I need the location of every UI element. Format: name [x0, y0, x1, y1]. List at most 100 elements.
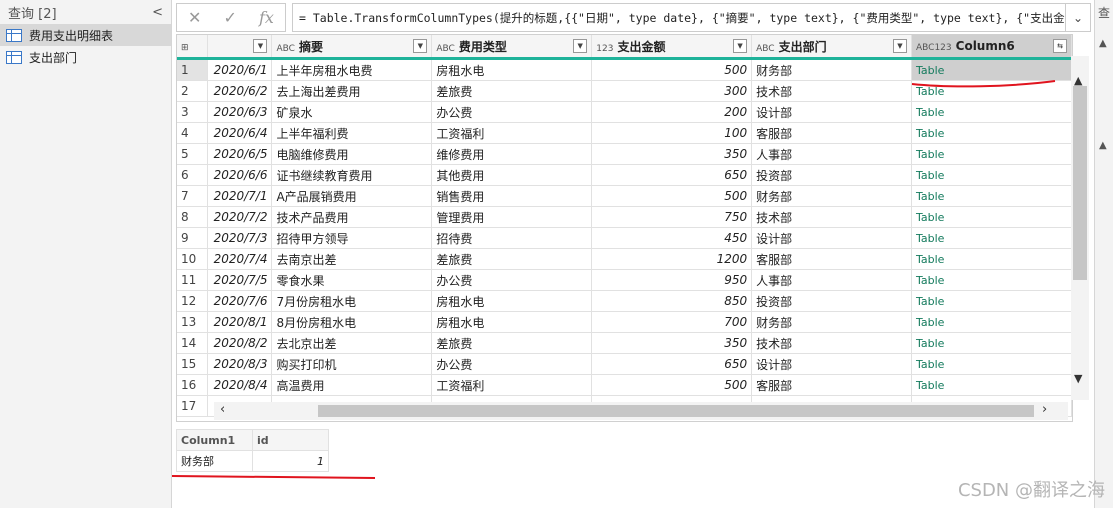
cell-column6-table-link[interactable]: Table [911, 332, 1072, 354]
cell-column6-table-link[interactable]: Table [911, 143, 1072, 165]
table-row[interactable]: 7 2020/7/1 A产品展销费用 销售费用 500 财务部 Table [177, 185, 1072, 207]
table-row[interactable]: 13 2020/8/1 8月份房租水电 房租水电 700 财务部 Table [177, 311, 1072, 333]
cell-dept: 人事部 [751, 143, 912, 165]
cell-column6-table-link[interactable]: Table [911, 353, 1072, 375]
table-row[interactable]: 15 2020/8/3 购买打印机 办公费 650 设计部 Table [177, 353, 1072, 375]
cell-column6-table-link[interactable]: Table [911, 269, 1072, 291]
expand-formula-icon[interactable]: ⌄ [1066, 3, 1091, 32]
table-row[interactable]: 16 2020/8/4 高温费用 工资福利 500 客服部 Table [177, 374, 1072, 396]
expand-column-icon[interactable]: ⇆ [1053, 39, 1067, 53]
column-header-summary[interactable]: ABC 摘要 ▼ [271, 35, 433, 59]
cell-date: 2020/7/1 [207, 185, 273, 207]
cell-date: 2020/8/3 [207, 353, 273, 375]
cell-date: 2020/8/4 [207, 374, 273, 396]
cell-column6-table-link[interactable]: Table [911, 227, 1072, 249]
scroll-left-icon[interactable]: ‹ [220, 402, 225, 417]
any-type-icon[interactable]: ABC123 [916, 43, 952, 53]
cell-dept: 技术部 [751, 80, 912, 102]
row-number: 15 [177, 353, 209, 375]
column-header-date[interactable]: ▼ [207, 35, 273, 59]
cell-column6-table-link[interactable]: Table [911, 290, 1072, 312]
table-row[interactable]: 10 2020/7/4 去南京出差 差旅费 1200 客服部 Table [177, 248, 1072, 270]
row-number: 9 [177, 227, 209, 249]
table-row[interactable]: 3 2020/6/3 矿泉水 办公费 200 设计部 Table [177, 101, 1072, 123]
cell-column6-table-link[interactable]: Table [911, 101, 1072, 123]
formula-buttons: ✕ ✓ fx [176, 3, 286, 32]
table-menu-icon[interactable]: ⊞ [181, 43, 189, 53]
vertical-scrollbar[interactable]: ▲ ▼ [1071, 56, 1089, 400]
text-type-icon[interactable]: ABC [436, 44, 454, 54]
column-header-column6[interactable]: ABC123 Column6 ⇆ [911, 35, 1072, 59]
detail-cell-id: 1 [252, 450, 329, 472]
cell-column6-table-link[interactable]: Table [911, 122, 1072, 144]
red-annotation-mark [911, 80, 1056, 88]
text-type-icon[interactable]: ABC [276, 44, 294, 54]
table-row[interactable]: 9 2020/7/3 招待甲方领导 招待费 450 设计部 Table [177, 227, 1072, 249]
text-type-icon[interactable]: ABC [756, 44, 774, 54]
filter-dropdown-icon[interactable]: ▼ [573, 39, 588, 53]
row-number: 4 [177, 122, 209, 144]
fx-icon[interactable]: fx [259, 8, 274, 27]
filter-dropdown-icon[interactable]: ▼ [893, 39, 907, 53]
cell-summary: 去北京出差 [271, 332, 433, 354]
cell-type: 工资福利 [431, 374, 593, 396]
cell-column6-table-link[interactable]: Table [911, 164, 1072, 186]
table-menu-header[interactable]: ⊞ [177, 35, 209, 59]
table-row[interactable]: 4 2020/6/4 上半年福利费 工资福利 100 客服部 Table [177, 122, 1072, 144]
table-row[interactable]: 8 2020/7/2 技术产品费用 管理费用 750 技术部 Table [177, 206, 1072, 228]
cell-column6-table-link[interactable]: Table [911, 206, 1072, 228]
query-item-departments[interactable]: 支出部门 [0, 46, 171, 68]
scroll-down-icon[interactable]: ▼ [1074, 372, 1082, 385]
cell-date: 2020/7/5 [207, 269, 273, 291]
vertical-scroll-thumb[interactable] [1073, 86, 1087, 280]
cell-summary: 上半年福利费 [271, 122, 433, 144]
row-number: 14 [177, 332, 209, 354]
expand-up-icon[interactable]: ▲ [1099, 38, 1107, 49]
query-item-label: 支出部门 [29, 50, 78, 65]
cell-summary: 去南京出差 [271, 248, 433, 270]
scroll-right-icon[interactable]: › [1042, 402, 1047, 417]
formula-input[interactable]: = Table.TransformColumnTypes(提升的标题,{{"日期… [292, 3, 1066, 32]
column-header-amount[interactable]: 123 支出金额 ▼ [591, 35, 753, 59]
filter-dropdown-icon[interactable]: ▼ [413, 39, 428, 53]
cell-amount: 300 [591, 80, 753, 102]
detail-header-column1: Column1 [176, 429, 253, 451]
expand-up-icon-2[interactable]: ▲ [1099, 140, 1107, 151]
cell-amount: 1200 [591, 248, 753, 270]
cell-dept: 投资部 [751, 164, 912, 186]
cell-column6-table-link[interactable]: Table [911, 185, 1072, 207]
column-header-dept[interactable]: ABC 支出部门 ▼ [751, 35, 912, 59]
cell-summary: 电脑维修费用 [271, 143, 433, 165]
number-type-icon[interactable]: 123 [596, 44, 613, 54]
cancel-icon[interactable]: ✕ [188, 8, 201, 27]
horizontal-scrollbar[interactable]: ‹ › [214, 402, 1068, 420]
column-header-type[interactable]: ABC 费用类型 ▼ [431, 35, 593, 59]
filter-dropdown-icon[interactable]: ▼ [733, 39, 748, 53]
cell-type: 办公费 [431, 101, 593, 123]
table-row[interactable]: 11 2020/7/5 零食水果 办公费 950 人事部 Table [177, 269, 1072, 291]
cell-type: 招待费 [431, 227, 593, 249]
table-row[interactable]: 14 2020/8/2 去北京出差 差旅费 350 技术部 Table [177, 332, 1072, 354]
cell-date: 2020/7/6 [207, 290, 273, 312]
cell-type: 销售费用 [431, 185, 593, 207]
table-row[interactable]: 12 2020/7/6 7月份房租水电 房租水电 850 投资部 Table [177, 290, 1072, 312]
cell-amount: 650 [591, 353, 753, 375]
cell-amount: 500 [591, 57, 753, 81]
detail-header-id: id [252, 429, 329, 451]
cell-type: 房租水电 [431, 311, 593, 333]
table-row[interactable]: 5 2020/6/5 电脑维修费用 维修费用 350 人事部 Table [177, 143, 1072, 165]
cell-column6-table-link[interactable]: Table [911, 311, 1072, 333]
query-settings-panel: 查 ▲ ▲ [1094, 0, 1113, 508]
filter-dropdown-icon[interactable]: ▼ [253, 39, 268, 53]
horizontal-scroll-thumb[interactable] [318, 405, 1034, 417]
table-row[interactable]: 6 2020/6/6 证书继续教育费用 其他费用 650 投资部 Table [177, 164, 1072, 186]
cell-column6-table-link[interactable]: Table [911, 374, 1072, 396]
collapse-panel-icon[interactable]: < [152, 5, 163, 20]
cell-column6-table-link[interactable]: Table [911, 248, 1072, 270]
column-header-label: 费用类型 [458, 39, 507, 54]
cell-summary: 购买打印机 [271, 353, 433, 375]
cell-summary: 零食水果 [271, 269, 433, 291]
cell-amount: 500 [591, 185, 753, 207]
query-item-expense-detail[interactable]: 费用支出明细表 [0, 24, 171, 46]
commit-icon[interactable]: ✓ [224, 8, 237, 27]
